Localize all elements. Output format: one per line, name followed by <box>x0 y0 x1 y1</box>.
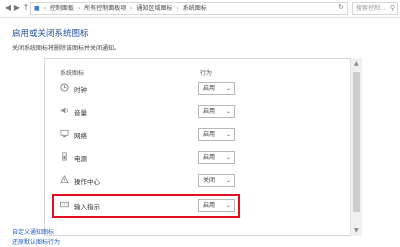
breadcrumb-item[interactable]: 所有控制面板项 <box>84 5 126 12</box>
search-placeholder: 搜索控制... <box>356 5 386 12</box>
restore-default-behavior-link[interactable]: 还原默认图标行为 <box>12 237 60 246</box>
page-description: 关闭系统图标将删除该图标并关闭通知。 <box>12 45 121 52</box>
row-label-volume: 音量 <box>74 109 87 117</box>
breadcrumb-item[interactable]: 通知区域图标 <box>136 5 172 12</box>
select-value: 关闭 <box>203 177 216 184</box>
chevron-down-icon: ⌄ <box>225 154 231 161</box>
search-input[interactable]: 搜索控制... ⚲ <box>352 2 398 15</box>
behavior-select-action-center[interactable]: 关闭 ⌄ <box>198 174 235 187</box>
refresh-icon[interactable]: ↻ <box>338 2 344 13</box>
action-center-icon <box>60 175 69 184</box>
search-icon: ⚲ <box>389 4 395 12</box>
row-label-network: 网络 <box>74 132 87 140</box>
chevron-down-icon: ⌄ <box>225 85 231 92</box>
select-value: 启用 <box>203 154 216 161</box>
select-value: 启用 <box>203 108 216 115</box>
column-header-behavior: 行为 <box>200 70 213 77</box>
network-icon <box>60 129 69 138</box>
power-icon <box>62 152 67 161</box>
page-title: 启用或关闭系统图标 <box>12 29 89 39</box>
customize-notification-icons-link[interactable]: 自定义通知图标 <box>12 227 54 236</box>
address-bar: ◀ ▶ ↑ ■ › 控制面板 › 所有控制面板项 › 通知区域图标 › 系统图标… <box>0 0 400 18</box>
volume-icon <box>60 107 68 114</box>
behavior-select-network[interactable]: 启用 ⌄ <box>198 128 235 141</box>
highlight-box <box>52 194 240 218</box>
breadcrumb[interactable]: ■ › 控制面板 › 所有控制面板项 › 通知区域图标 › 系统图标 <box>30 2 348 15</box>
row-label-power: 电源 <box>74 155 87 163</box>
select-value: 启用 <box>203 85 216 92</box>
scroll-down-icon[interactable]: ▼ <box>354 227 359 234</box>
breadcrumb-item[interactable]: 控制面板 <box>50 5 74 12</box>
column-header-icon: 系统图标 <box>60 70 85 77</box>
chevron-down-icon: ⌄ <box>225 177 231 184</box>
vertical-scrollbar[interactable]: ▲ ▼ <box>350 58 362 236</box>
folder-icon: ■ <box>34 5 40 12</box>
select-value: 启用 <box>203 131 216 138</box>
behavior-select-clock[interactable]: 启用 ⌄ <box>198 82 235 95</box>
scrollbar-thumb[interactable] <box>353 72 360 212</box>
clock-icon <box>60 83 69 92</box>
breadcrumb-item[interactable]: 系统图标 <box>183 5 207 12</box>
row-label-action-center: 操作中心 <box>74 178 100 186</box>
chevron-down-icon: ⌄ <box>225 108 231 115</box>
behavior-select-volume[interactable]: 启用 ⌄ <box>198 105 235 118</box>
row-label-clock: 时钟 <box>74 86 87 94</box>
chevron-down-icon: ⌄ <box>225 131 231 138</box>
behavior-select-power[interactable]: 启用 ⌄ <box>198 151 235 164</box>
scroll-up-icon[interactable]: ▲ <box>354 60 359 67</box>
